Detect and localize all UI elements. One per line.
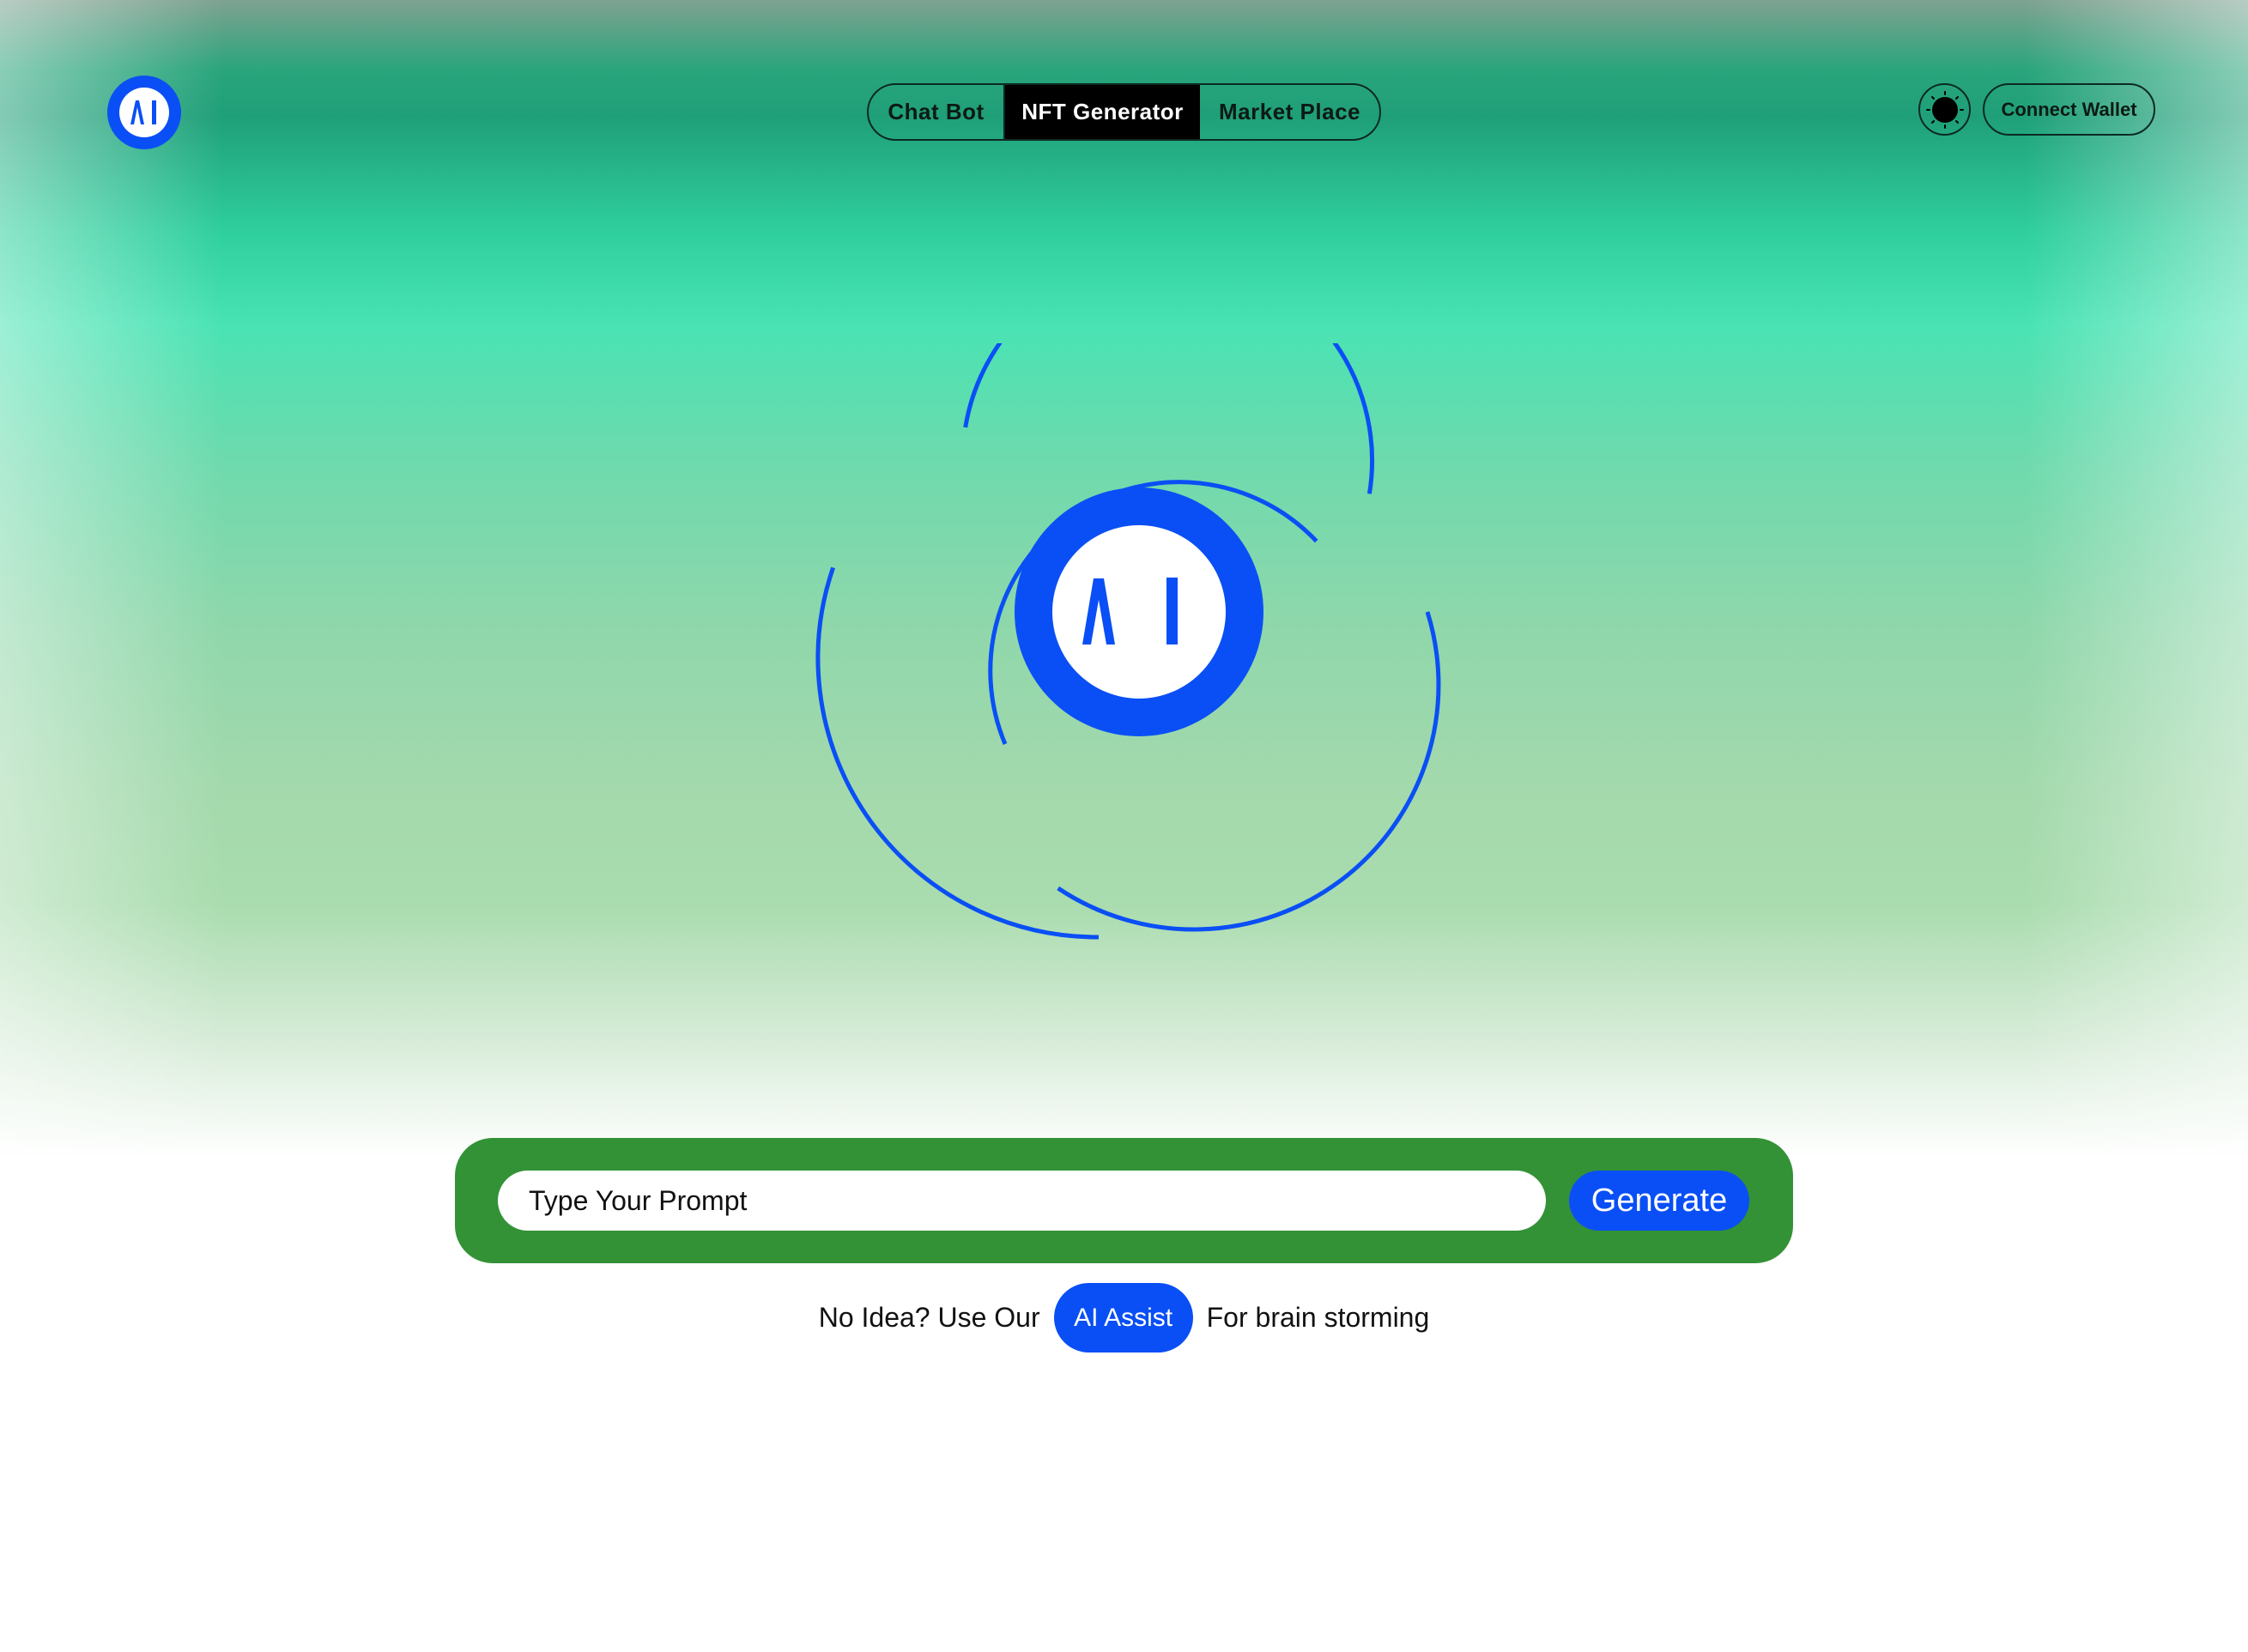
ai-logo-inner <box>119 88 169 137</box>
outer-arc-top <box>963 343 1375 494</box>
main-nav: Chat Bot NFT Generator Market Place <box>867 83 1381 141</box>
ai-assist-button[interactable]: AI Assist <box>1053 1283 1193 1352</box>
ai-assist-row: No Idea? Use Our AI Assist For brain sto… <box>0 1283 2248 1352</box>
tab-market-place[interactable]: Market Place <box>1200 85 1379 139</box>
ai-logo-icon[interactable] <box>107 76 181 149</box>
tab-chat-bot[interactable]: Chat Bot <box>869 85 1005 139</box>
prompt-input[interactable] <box>498 1171 1546 1231</box>
connect-wallet-button[interactable]: Connect Wallet <box>1983 83 2155 136</box>
tab-nft-generator[interactable]: NFT Generator <box>1005 85 1200 139</box>
assist-suffix-text: For brain storming <box>1206 1302 1430 1333</box>
generate-button[interactable]: Generate <box>1569 1171 1749 1231</box>
hero-fade-right <box>2025 0 2248 1159</box>
assist-prefix-text: No Idea? Use Our <box>818 1302 1040 1333</box>
sun-icon <box>1925 90 1964 129</box>
ai-badge-inner <box>1052 525 1226 699</box>
prompt-bar: Generate <box>455 1138 1793 1263</box>
theme-toggle-button[interactable] <box>1918 83 1971 136</box>
ai-orbit-graphic <box>815 343 1441 940</box>
ai-letters-icon <box>130 100 156 124</box>
hero-fade-left <box>0 0 223 1159</box>
